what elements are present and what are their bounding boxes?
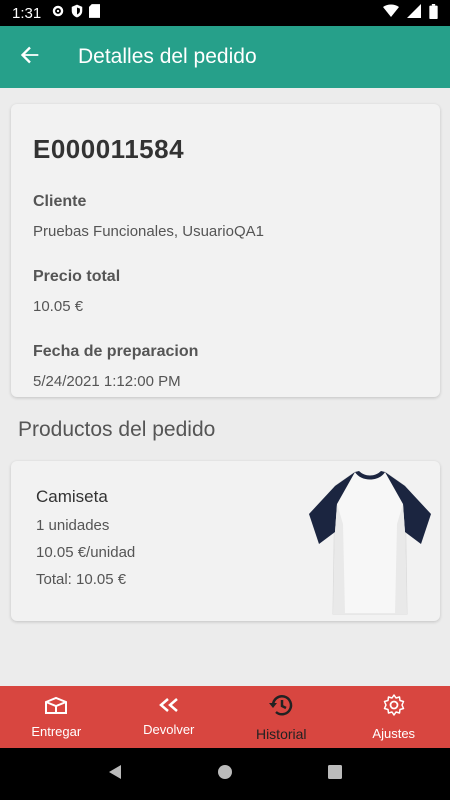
customer-label: Cliente (33, 193, 87, 210)
battery-icon (429, 3, 438, 23)
order-id: E000011584 (33, 134, 185, 164)
status-bar: 1:31 (0, 0, 450, 26)
double-chevron-left-icon (158, 697, 180, 718)
nav-entregar-label: Entregar (31, 724, 82, 739)
back-button[interactable] (0, 26, 60, 88)
product-card[interactable]: Camiseta 1 unidades 10.05 €/unidad Total… (11, 461, 440, 621)
system-back-button[interactable] (107, 764, 123, 785)
system-navigation-bar (0, 748, 450, 800)
cellular-signal-icon (407, 4, 421, 22)
preparation-date-value: 5/24/2021 1:12:00 PM (33, 373, 181, 390)
gear-icon (382, 693, 406, 722)
system-recents-button[interactable] (327, 764, 343, 785)
bottom-navigation: Entregar Devolver Historial Ajustes (0, 686, 450, 748)
delivery-box-icon (44, 695, 68, 720)
wifi-icon (383, 4, 399, 22)
settings-gear-status-icon (51, 4, 65, 22)
nav-devolver-label: Devolver (143, 722, 195, 737)
status-time: 1:31 (12, 4, 42, 22)
nav-ajustes-label: Ajustes (372, 726, 416, 741)
preparation-date-label: Fecha de preparacion (33, 343, 199, 360)
nav-ajustes[interactable]: Ajustes (338, 686, 450, 748)
shield-status-icon (71, 4, 83, 22)
nav-historial[interactable]: Historial (225, 686, 338, 748)
customer-value: Pruebas Funcionales, UsuarioQA1 (33, 223, 264, 240)
history-icon (268, 693, 294, 722)
page-title: Detalles del pedido (78, 45, 257, 68)
total-price-label: Precio total (33, 268, 121, 285)
nav-devolver[interactable]: Devolver (113, 686, 226, 748)
nav-entregar[interactable]: Entregar (0, 686, 113, 748)
sd-card-status-icon (89, 4, 101, 22)
total-price-value: 10.05 € (33, 298, 84, 315)
tshirt-image (305, 464, 435, 618)
products-section-title: Productos del pedido (18, 418, 216, 441)
system-home-button[interactable] (217, 764, 233, 785)
nav-historial-label: Historial (255, 725, 307, 742)
order-details-card: E000011584 Cliente Pruebas Funcionales, … (11, 104, 440, 397)
arrow-back-icon (20, 45, 40, 70)
app-bar: Detalles del pedido (0, 26, 450, 88)
